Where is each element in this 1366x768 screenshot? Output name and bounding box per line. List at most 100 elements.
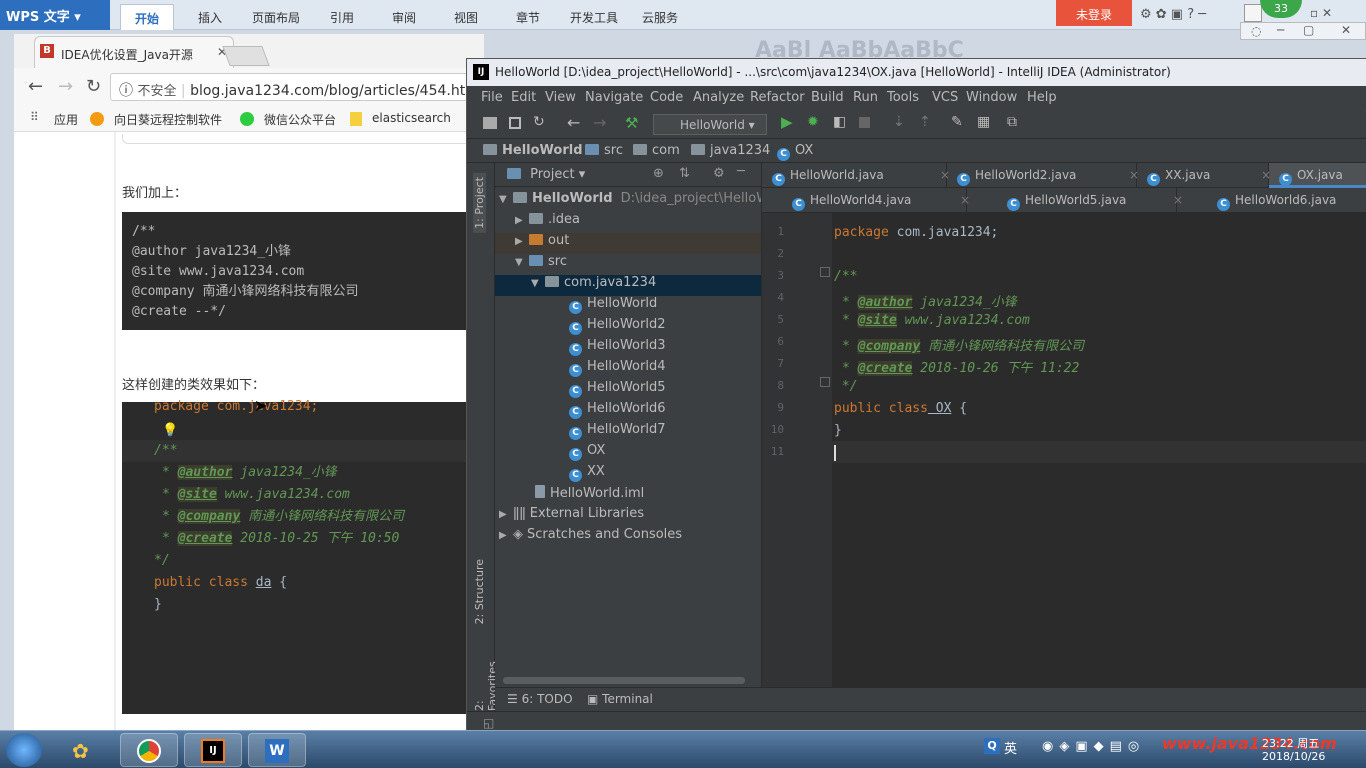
wps-tab-view[interactable]: 视图 bbox=[454, 9, 478, 26]
nav-java1234[interactable]: java1234 bbox=[691, 143, 770, 158]
forward-icon[interactable]: → bbox=[58, 76, 73, 97]
nav-com[interactable]: com bbox=[633, 143, 680, 158]
tree-item-class[interactable]: C HelloWorld4 bbox=[495, 359, 761, 380]
wps-minimize-icon[interactable]: ─ bbox=[1277, 23, 1284, 37]
tree-item-src[interactable]: ▼ src bbox=[495, 254, 761, 275]
wps-tab-review[interactable]: 审阅 bbox=[392, 9, 416, 26]
tree-item-class[interactable]: C HelloWorld6 bbox=[495, 401, 761, 422]
tree-item-root[interactable]: ▼ HelloWorld D:\idea_project\HelloWorld bbox=[495, 191, 761, 212]
debug-icon[interactable]: ✹ bbox=[807, 114, 819, 130]
wps-tab-devtools[interactable]: 开发工具 bbox=[570, 9, 618, 26]
reload-icon[interactable]: ↻ bbox=[86, 76, 101, 97]
wps-tab-cloud[interactable]: 云服务 bbox=[642, 9, 678, 26]
start-button[interactable] bbox=[6, 733, 42, 767]
gear-icon[interactable]: ⚙ bbox=[713, 166, 725, 181]
expand-arrow-icon[interactable]: ▶ bbox=[515, 215, 529, 226]
bookmark-sunflower[interactable]: 向日葵远程控制软件 bbox=[114, 111, 222, 128]
expand-arrow-icon[interactable]: ▼ bbox=[499, 194, 513, 205]
menu-view[interactable]: View bbox=[545, 90, 576, 105]
menu-vcs[interactable]: VCS bbox=[932, 90, 958, 105]
menu-edit[interactable]: Edit bbox=[511, 90, 536, 105]
tree-item-class[interactable]: C HelloWorld2 bbox=[495, 317, 761, 338]
new-tab-button[interactable] bbox=[222, 46, 270, 66]
fold-icon[interactable] bbox=[820, 267, 830, 277]
tool-tab-structure[interactable]: 2: Structure bbox=[473, 559, 486, 624]
build-hammer-icon[interactable]: ⚒ bbox=[625, 114, 638, 132]
wps-logo[interactable]: WPS 文字 ▾ bbox=[0, 0, 110, 30]
coverage-icon[interactable]: ◧ bbox=[833, 114, 846, 130]
expand-arrow-icon[interactable]: ▶ bbox=[499, 509, 513, 520]
nav-project[interactable]: HelloWorld bbox=[483, 143, 583, 158]
taskbar-app-1[interactable]: ✿ bbox=[56, 733, 114, 767]
collapse-all-icon[interactable]: ⇅ bbox=[679, 166, 690, 181]
tree-item-class[interactable]: C HelloWorld7 bbox=[495, 422, 761, 443]
scroll-from-source-icon[interactable]: ⊕ bbox=[653, 166, 664, 181]
wps-restore-icon[interactable]: ▢ bbox=[1303, 23, 1314, 37]
tool-tab-project[interactable]: 1: Project bbox=[473, 173, 486, 233]
wps-close-icon[interactable]: ✕ bbox=[1341, 23, 1351, 37]
expand-arrow-icon[interactable]: ▶ bbox=[515, 236, 529, 247]
taskbar-chrome[interactable] bbox=[120, 733, 178, 767]
back-icon[interactable]: ← bbox=[28, 76, 43, 97]
forward-icon[interactable]: → bbox=[593, 113, 606, 132]
search-everywhere-icon[interactable]: ⧉ bbox=[1007, 114, 1017, 130]
menu-refactor[interactable]: Refactor bbox=[750, 90, 805, 105]
tree-item-class[interactable]: C HelloWorld3 bbox=[495, 338, 761, 359]
tree-item-class[interactable]: C HelloWorld5 bbox=[495, 380, 761, 401]
editor-tab[interactable]: C HelloWorld.java × bbox=[762, 163, 950, 188]
save-icon[interactable] bbox=[509, 117, 521, 129]
ime-q-icon[interactable]: Q bbox=[984, 738, 1000, 754]
tree-item-idea[interactable]: ▶ .idea bbox=[495, 212, 761, 233]
nav-ox[interactable]: C OX bbox=[777, 143, 813, 161]
tree-item-scratches[interactable]: ▶ ◈ Scratches and Consoles bbox=[495, 527, 761, 548]
editor-tab[interactable]: C XX.java × bbox=[1137, 163, 1271, 188]
menu-file[interactable]: File bbox=[481, 90, 503, 105]
tree-item-class[interactable]: C OX bbox=[495, 443, 761, 464]
menu-code[interactable]: Code bbox=[650, 90, 683, 105]
back-icon[interactable]: ← bbox=[567, 113, 580, 132]
expand-arrow-icon[interactable]: ▼ bbox=[531, 278, 545, 289]
taskbar-clock[interactable]: 23:22 周五 2018/10/26 bbox=[1262, 737, 1325, 763]
wps-upload-icon[interactable] bbox=[1244, 4, 1262, 22]
editor-tab-active[interactable]: C OX.java bbox=[1269, 163, 1366, 188]
wps-window-controls[interactable]: ▫ ✕ bbox=[1310, 6, 1332, 20]
wps-tab-chapter[interactable]: 章节 bbox=[516, 9, 540, 26]
terminal-tab[interactable]: ▣ Terminal bbox=[587, 692, 653, 706]
nav-src[interactable]: src bbox=[585, 143, 623, 158]
run-icon[interactable]: ▶ bbox=[781, 113, 793, 131]
project-structure-icon[interactable]: ▦ bbox=[977, 114, 990, 130]
taskbar-wps[interactable]: W bbox=[248, 733, 306, 767]
wps-tab-layout[interactable]: 页面布局 bbox=[252, 9, 300, 26]
settings-wrench-icon[interactable]: ✎ bbox=[951, 114, 963, 130]
menu-window[interactable]: Window bbox=[966, 90, 1017, 105]
taskbar-intellij[interactable]: IJ bbox=[184, 733, 242, 767]
tree-item-package[interactable]: ▼ com.java1234 bbox=[495, 275, 761, 296]
editor-tab[interactable]: C HelloWorld6.java bbox=[1177, 188, 1366, 213]
tree-item-iml[interactable]: HelloWorld.iml bbox=[495, 485, 761, 506]
expand-arrow-icon[interactable]: ▼ bbox=[515, 257, 529, 268]
menu-navigate[interactable]: Navigate bbox=[585, 90, 643, 105]
fold-icon[interactable] bbox=[820, 377, 830, 387]
menu-build[interactable]: Build bbox=[811, 90, 844, 105]
editor-tab[interactable]: C HelloWorld5.java × bbox=[967, 188, 1183, 213]
editor-tab[interactable]: C HelloWorld4.java × bbox=[762, 188, 970, 213]
chrome-tab[interactable]: IDEA优化设置_Java开源 ✕ bbox=[34, 36, 234, 68]
tray-icons[interactable]: ◉◈▣◆▤◎ bbox=[1042, 739, 1145, 754]
expand-arrow-icon[interactable]: ▶ bbox=[499, 530, 513, 541]
wps-tab-reference[interactable]: 引用 bbox=[330, 9, 354, 26]
toggle-tool-windows-icon[interactable]: ◱ bbox=[483, 716, 494, 730]
wps-tab-insert[interactable]: 插入 bbox=[198, 9, 222, 26]
ime-lang-indicator[interactable]: 英 bbox=[1004, 738, 1017, 757]
menu-run[interactable]: Run bbox=[853, 90, 878, 105]
run-config-select[interactable]: HelloWorld ▾ bbox=[653, 114, 767, 135]
bookmark-elasticsearch[interactable]: elasticsearch bbox=[372, 111, 451, 125]
tree-item-external-libraries[interactable]: ▶ ǁǁ External Libraries bbox=[495, 506, 761, 527]
editor-tab[interactable]: C HelloWorld2.java × bbox=[947, 163, 1139, 188]
menu-tools[interactable]: Tools bbox=[887, 90, 919, 105]
todo-tab[interactable]: ☰ 6: TODO bbox=[507, 692, 573, 706]
wps-login-button[interactable]: 未登录 bbox=[1056, 0, 1132, 26]
tree-item-class[interactable]: C XX bbox=[495, 464, 761, 485]
hide-panel-icon[interactable]: ─ bbox=[737, 164, 745, 179]
open-folder-icon[interactable] bbox=[483, 117, 497, 129]
wps-help-icons[interactable]: ⚙ ✿ ▣ ? ─ bbox=[1140, 7, 1206, 22]
